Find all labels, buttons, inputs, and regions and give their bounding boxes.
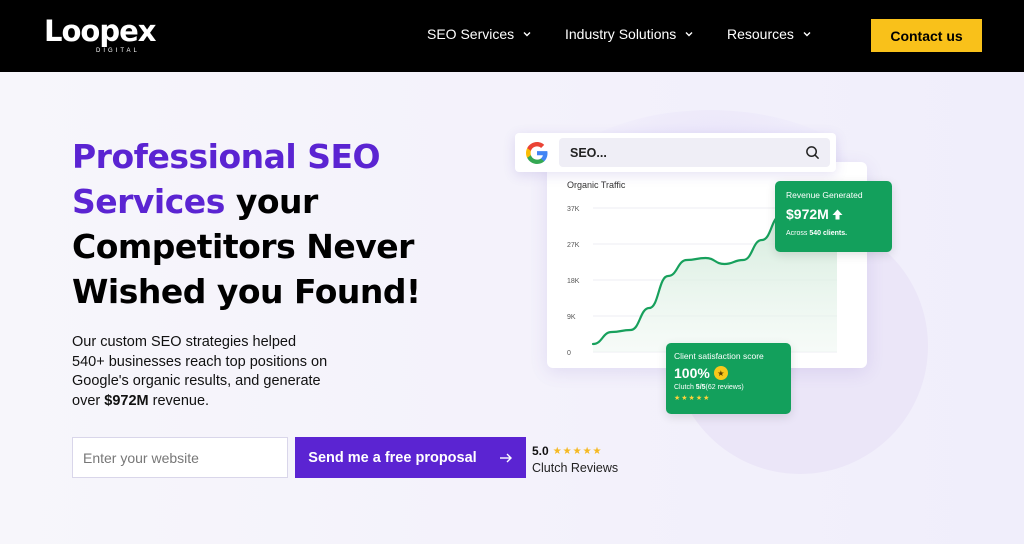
google-search-card: SEO...	[515, 133, 836, 172]
nav-item-industry-solutions[interactable]: Industry Solutions	[565, 26, 694, 42]
rating-label: Clutch Reviews	[532, 461, 619, 475]
search-field[interactable]: SEO...	[559, 138, 830, 167]
logo-wordmark: Loopex	[44, 14, 156, 48]
revenue-generated-card: Revenue Generated $972M Across 540 clien…	[775, 181, 892, 252]
y-tick-label: 37K	[567, 206, 580, 213]
clutch-score: 5/5	[695, 384, 706, 391]
revenue-title: Revenue Generated	[786, 190, 863, 200]
rating-score: 5.0	[532, 444, 549, 458]
y-tick-label: 9K	[567, 314, 576, 321]
search-query: SEO...	[570, 145, 607, 160]
star-eyes-emoji-icon: ★	[713, 366, 728, 380]
nav-item-label: Industry Solutions	[565, 26, 677, 42]
subcopy-revenue: $972M	[104, 392, 149, 409]
y-tick-label: 27K	[567, 242, 580, 249]
brand-logo[interactable]: Loopex DIGITAL	[44, 14, 156, 60]
chevron-down-icon	[685, 32, 693, 37]
revenue-footnote-clients: 540 clients.	[809, 230, 848, 237]
nav-item-label: Resources	[727, 26, 794, 42]
revenue-footnote-prefix: Across	[786, 230, 810, 237]
nav-item-label: SEO Services	[427, 26, 515, 42]
y-tick-label: 0	[567, 350, 571, 357]
clutch-prefix: Clutch	[674, 384, 696, 391]
satisfaction-value: 100%	[674, 365, 710, 381]
free-proposal-button[interactable]: Send me a free proposal	[295, 437, 526, 478]
client-satisfaction-card: Client satisfaction score 100% ★ Clutch …	[666, 343, 791, 414]
arrow-right-icon	[499, 453, 512, 462]
rating-stars: ★★★★★	[552, 445, 603, 457]
chevron-down-icon	[523, 32, 531, 37]
clutch-reviews: (62 reviews)	[705, 384, 744, 391]
clutch-rating[interactable]: 5.0 ★★★★★ Clutch Reviews	[532, 444, 618, 475]
contact-us-button[interactable]: Contact us	[871, 19, 982, 52]
arrow-up-icon	[832, 209, 843, 219]
chevron-down-icon	[803, 32, 811, 37]
search-icon	[806, 146, 820, 160]
nav-item-seo-services[interactable]: SEO Services	[427, 26, 532, 42]
revenue-value: $972M	[786, 206, 829, 222]
subcopy-suffix: revenue.	[148, 392, 210, 409]
website-input[interactable]	[72, 437, 288, 478]
y-tick-label: 18K	[567, 278, 580, 285]
hero-headline: Professional SEO Services your Competito…	[72, 134, 492, 314]
logo-subtitle: DIGITAL	[96, 48, 140, 54]
hero-subcopy: Our custom SEO strategies helped 540+ bu…	[72, 333, 332, 411]
satisfaction-title: Client satisfaction score	[674, 351, 764, 361]
google-logo-icon	[526, 142, 548, 164]
free-proposal-label: Send me a free proposal	[308, 449, 477, 466]
satisfaction-stars: ★★★★★	[674, 395, 711, 402]
chart-title: Organic Traffic	[567, 180, 626, 190]
top-navbar: Loopex DIGITAL SEO Services Industry Sol…	[0, 0, 1024, 72]
headline-accent: Professional SEO Services	[72, 137, 381, 221]
nav-item-resources[interactable]: Resources	[727, 26, 812, 42]
